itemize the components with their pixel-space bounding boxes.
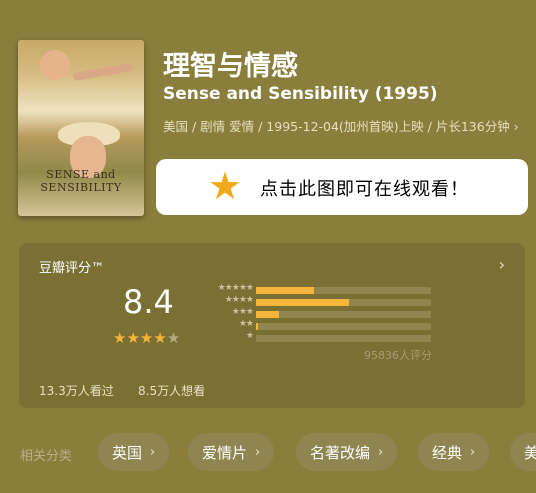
rating-distribution: ★★★★★ ★★★★ ★★★ ★★ ★	[201, 283, 461, 344]
distribution-fill	[256, 311, 279, 318]
rating-card[interactable]: 豆瓣评分™ › 8.4 ★★★★★ ★★★★★ ★★★★ ★★★ ★★ ★ 95836人…	[19, 243, 525, 408]
movie-title: 理智与情感	[163, 51, 298, 82]
distribution-track	[256, 323, 431, 330]
poster-figure-arm	[72, 62, 134, 82]
distribution-star-label: ★	[245, 331, 254, 341]
wanted-count[interactable]: 8.5万人想看	[138, 382, 205, 399]
watch-online-banner[interactable]: ★ 点击此图即可在线观看！	[156, 159, 528, 215]
star-icon: ★	[113, 329, 127, 347]
related-categories: 相关分类 英国 › 爱情片 › 名著改编 › 经典 › 美	[18, 433, 536, 471]
star-icon: ★	[126, 329, 140, 347]
movie-meta[interactable]: 美国 / 剧情 爱情 / 1995-12-04(加州首映)上映 / 片长136分…	[163, 118, 528, 136]
rating-stars: ★★★★★	[113, 329, 180, 347]
distribution-star-label: ★★★	[231, 307, 254, 317]
tag-label: 爱情片	[202, 443, 248, 462]
star-icon: ★	[139, 329, 154, 347]
tag-pill[interactable]: 名著改编 ›	[296, 433, 398, 471]
tag-pill[interactable]: 爱情片 ›	[188, 433, 275, 471]
tag-label: 经典	[432, 443, 463, 462]
distribution-fill	[256, 287, 314, 294]
distribution-fill	[256, 299, 349, 306]
tag-pill[interactable]: 美	[510, 433, 536, 471]
distribution-star-label: ★★	[238, 319, 254, 329]
tag-label: 美	[524, 443, 536, 462]
movie-original-title: Sense and Sensibility (1995)	[163, 84, 438, 104]
distribution-track	[256, 335, 431, 342]
tag-pill[interactable]: 经典 ›	[418, 433, 490, 471]
distribution-row: ★★	[201, 319, 461, 332]
chevron-right-icon: ›	[470, 444, 476, 460]
distribution-row: ★	[201, 331, 461, 344]
chevron-right-icon: ›	[150, 444, 156, 460]
tag-pill[interactable]: 英国 ›	[98, 433, 170, 471]
distribution-track	[256, 299, 431, 306]
star-icon: ★	[166, 329, 181, 347]
watch-online-text: 点击此图即可在线观看！	[260, 179, 469, 200]
tag-label: 名著改编	[310, 443, 371, 462]
chevron-right-icon: ›	[255, 444, 261, 460]
distribution-track	[256, 311, 431, 318]
watched-count[interactable]: 13.3万人看过	[39, 382, 114, 399]
distribution-fill	[256, 323, 258, 330]
distribution-star-label: ★★★★	[224, 295, 254, 305]
distribution-star-label: ★★★★★	[217, 283, 254, 293]
rating-votes[interactable]: 95836人评分	[364, 347, 432, 363]
chevron-right-icon[interactable]: ›	[499, 255, 505, 274]
poster-figure-1	[40, 50, 70, 80]
movie-poster[interactable]: SENSE and SENSIBILITY	[18, 40, 144, 216]
chevron-right-icon: ›	[378, 444, 384, 460]
distribution-track	[256, 287, 431, 294]
rating-label: 豆瓣评分™	[39, 261, 105, 276]
related-label: 相关分类	[20, 449, 73, 464]
star-icon: ★	[208, 164, 243, 208]
rating-score: 8.4	[123, 283, 174, 321]
tag-label: 英国	[112, 443, 143, 462]
star-icon: ★	[153, 329, 167, 347]
poster-title: SENSE and SENSIBILITY	[40, 168, 122, 194]
